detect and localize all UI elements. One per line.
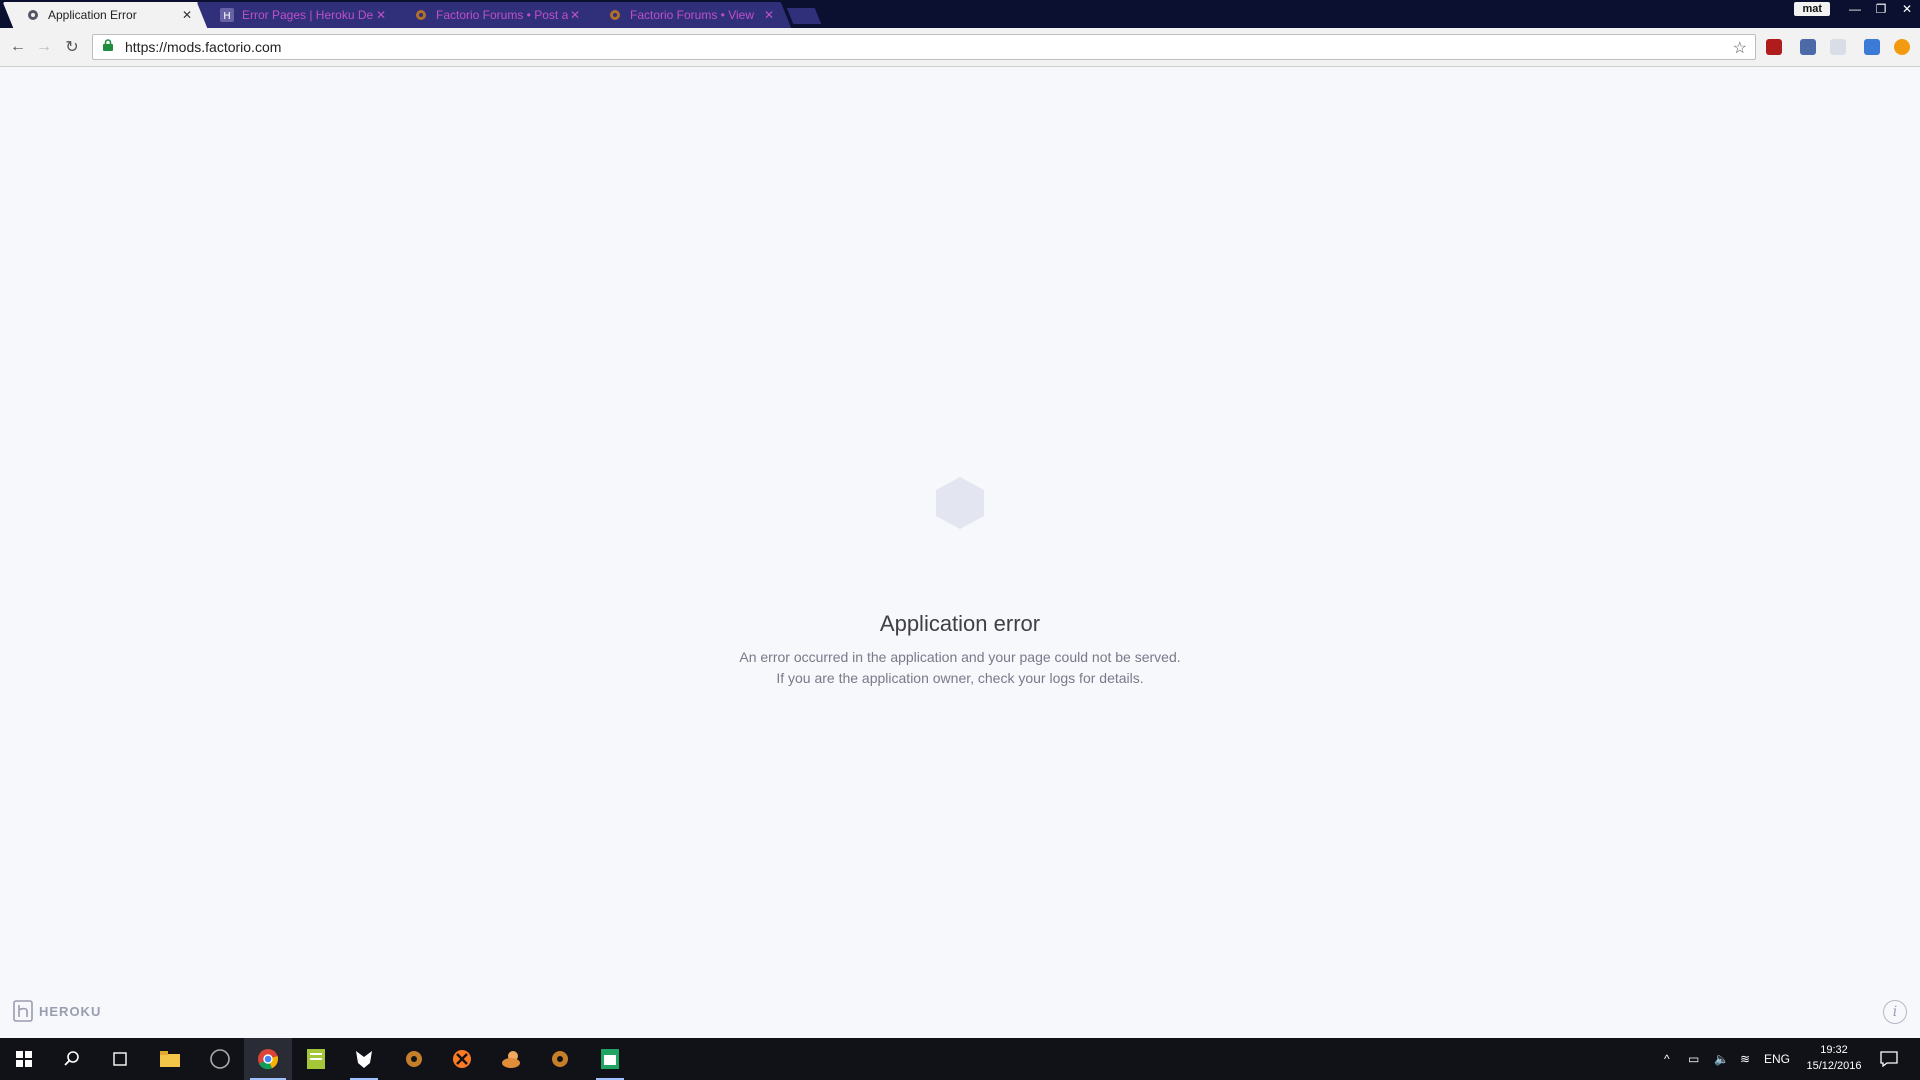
notification-extension-icon[interactable] [1894,39,1910,55]
gear-icon [414,8,428,22]
back-icon[interactable]: ← [8,38,28,56]
close-icon[interactable]: ✕ [568,8,582,22]
notepad-app-icon[interactable] [292,1038,340,1080]
windows-taskbar: ^ ▭ 🔈 ≋ ENG 19:32 15/12/2016 [0,1038,1920,1080]
task-view-icon[interactable] [96,1038,144,1080]
factorio-gear-icon[interactable] [536,1038,584,1080]
address-bar[interactable]: https://mods.factorio.com ☆ [92,34,1756,60]
minimize-icon[interactable]: — [1842,2,1868,16]
tab-factorio-forums-post[interactable]: Factorio Forums • Post a ✕ [390,2,598,28]
factorio-gear-icon[interactable] [390,1038,438,1080]
new-tab-button[interactable] [786,8,822,24]
tab-title: Application Error [48,8,137,22]
chrome-icon[interactable] [244,1038,292,1080]
browser-title-bar: Application Error ✕ H Error Pages | Hero… [0,0,1920,28]
tab-title: Factorio Forums • Post a [436,8,568,22]
mail-extension-icon[interactable] [1830,39,1846,55]
clock-time: 19:32 [1820,1044,1848,1056]
duck-app-icon[interactable] [488,1038,536,1080]
close-icon[interactable]: ✕ [374,8,388,22]
wifi-icon[interactable]: ≋ [1740,1038,1750,1080]
action-center-icon[interactable] [1880,1038,1898,1080]
extension-icon[interactable] [1800,39,1816,55]
error-message: An error occurred in the application and… [739,649,1181,686]
loading-app-icon[interactable] [196,1038,244,1080]
volume-icon[interactable]: 🔈 [1714,1038,1729,1080]
error-title: Application error [879,611,1041,636]
forward-icon[interactable]: → [34,38,54,56]
page-content: Application error An error occurred in t… [0,67,1920,1038]
profile-button[interactable]: mat [1794,2,1830,16]
close-icon[interactable]: ✕ [180,8,194,22]
xampp-icon[interactable] [438,1038,486,1080]
windows-start-icon[interactable] [0,1038,48,1080]
tab-title: Error Pages | Heroku De [242,8,374,22]
heroku-icon [13,1000,33,1022]
ublock-extension-icon[interactable] [1766,39,1782,55]
url-text: https://mods.factorio.com [125,39,282,55]
tab-error-pages-heroku[interactable]: H Error Pages | Heroku De ✕ [196,2,404,28]
hexagon-icon [936,477,984,529]
close-icon[interactable]: ✕ [762,8,776,22]
battery-icon[interactable]: ▭ [1688,1038,1699,1080]
clock-date: 15/12/2016 [1806,1060,1862,1072]
fox-app-icon[interactable] [340,1038,388,1080]
show-hidden-icons-icon[interactable]: ^ [1664,1038,1670,1080]
language-indicator[interactable]: ENG [1764,1038,1790,1080]
heroku-wordmark: HEROKU [39,1003,102,1019]
tab-title: Factorio Forums • View [630,8,755,22]
gear-icon [608,8,622,22]
svg-text:H: H [223,11,231,22]
browser-toolbar: ← → ↻ https://mods.factorio.com ☆ [0,28,1920,67]
restore-icon[interactable]: ❐ [1868,2,1894,16]
clock[interactable]: 19:32 15/12/2016 [1790,1042,1878,1074]
bookmark-star-icon[interactable]: ☆ [1733,38,1747,58]
tab-factorio-forums-view[interactable]: Factorio Forums • View ✕ [584,2,792,28]
tab-application-error[interactable]: Application Error ✕ [2,2,210,28]
gear-icon [26,8,40,22]
close-window-icon[interactable]: ✕ [1894,2,1920,16]
info-icon[interactable]: i [1883,1000,1907,1024]
reload-icon[interactable]: ↻ [62,38,82,56]
heroku-icon: H [220,8,234,22]
heroku-logo[interactable]: HEROKU [13,1000,101,1022]
window-controls: mat — ❐ ✕ [1794,0,1920,18]
lock-icon [103,38,117,56]
file-explorer-icon[interactable] [146,1038,194,1080]
spreadsheet-app-icon[interactable] [586,1038,634,1080]
search-icon[interactable] [48,1038,96,1080]
extension-icon[interactable] [1864,39,1880,55]
